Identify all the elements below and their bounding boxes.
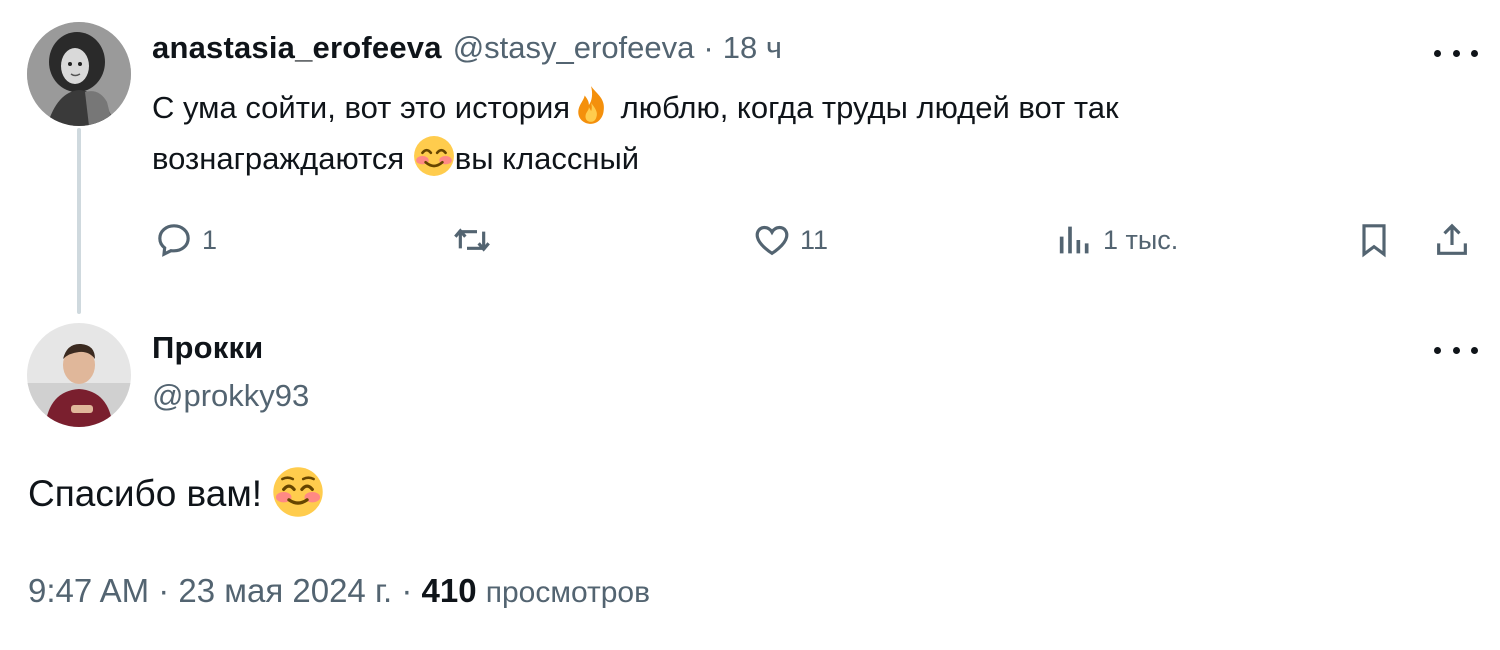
main-text: Спасибо вам!	[28, 473, 273, 514]
smiling-face-emoji-icon	[413, 135, 455, 177]
retweet-icon	[454, 228, 490, 252]
reply-text-line2-b: вы классный	[454, 141, 640, 176]
like-button[interactable]: 11	[750, 220, 828, 260]
reply-text-line2-a: вознаграждаются	[152, 141, 413, 176]
reply-separator: ·	[703, 30, 714, 65]
tweet-time[interactable]: 9:47 AM	[28, 572, 149, 609]
views-count: 410	[421, 572, 477, 609]
bookmark-button[interactable]	[1352, 220, 1396, 260]
reply-count: 1	[202, 224, 218, 255]
main-tweet-text: Спасибо вам!	[28, 466, 324, 518]
share-icon	[1437, 223, 1467, 255]
like-count: 11	[800, 224, 829, 255]
views-button[interactable]: 1 тыс.	[1053, 220, 1178, 260]
fire-emoji-icon	[570, 84, 612, 126]
heart-icon	[755, 225, 789, 256]
meta-separator: ·	[158, 572, 170, 609]
tweet-date[interactable]: 23 мая 2024 г.	[178, 572, 392, 609]
retweet-button[interactable]	[449, 220, 501, 260]
reply-button[interactable]: 1	[152, 220, 217, 260]
bar-chart-icon	[1059, 226, 1089, 254]
views-label: просмотров	[485, 576, 651, 609]
reply-text: С ума сойти, вот это история люблю, когд…	[152, 82, 1452, 184]
main-more-icon[interactable]	[1434, 338, 1478, 362]
meta-separator: ·	[401, 572, 413, 609]
reply-more-icon[interactable]	[1434, 41, 1478, 65]
views-count: 1 тыс.	[1103, 224, 1179, 255]
reply-header: anastasia_erofeeva @stasy_erofeeva · 18 …	[152, 30, 782, 66]
main-handle[interactable]: @prokky93	[152, 378, 309, 414]
reply-display-name[interactable]: anastasia_erofeeva	[152, 30, 442, 66]
main-display-name[interactable]: Прокки	[152, 330, 309, 366]
thread-connector-line	[77, 128, 81, 314]
reply-handle[interactable]: @stasy_erofeeva	[453, 30, 695, 66]
reply-timestamp[interactable]: 18 ч	[723, 30, 782, 66]
reply-text-line1-b: люблю, когда труды людей вот так	[612, 90, 1119, 125]
bookmark-icon	[1362, 224, 1386, 258]
reply-bubble-icon	[158, 224, 190, 257]
smiling-face-emoji-icon	[272, 466, 324, 518]
avatar-photo-icon	[27, 22, 131, 126]
main-tweet-author: Прокки @prokky93	[152, 330, 309, 414]
reply-text-line1-a: С ума сойти, вот это история	[152, 90, 571, 125]
avatar[interactable]	[27, 22, 131, 126]
tweet-meta: 9:47 AM · 23 мая 2024 г. · 410 просмотро…	[28, 572, 650, 610]
avatar[interactable]	[27, 323, 131, 427]
avatar-photo-icon	[27, 323, 131, 427]
share-button[interactable]	[1430, 220, 1474, 260]
